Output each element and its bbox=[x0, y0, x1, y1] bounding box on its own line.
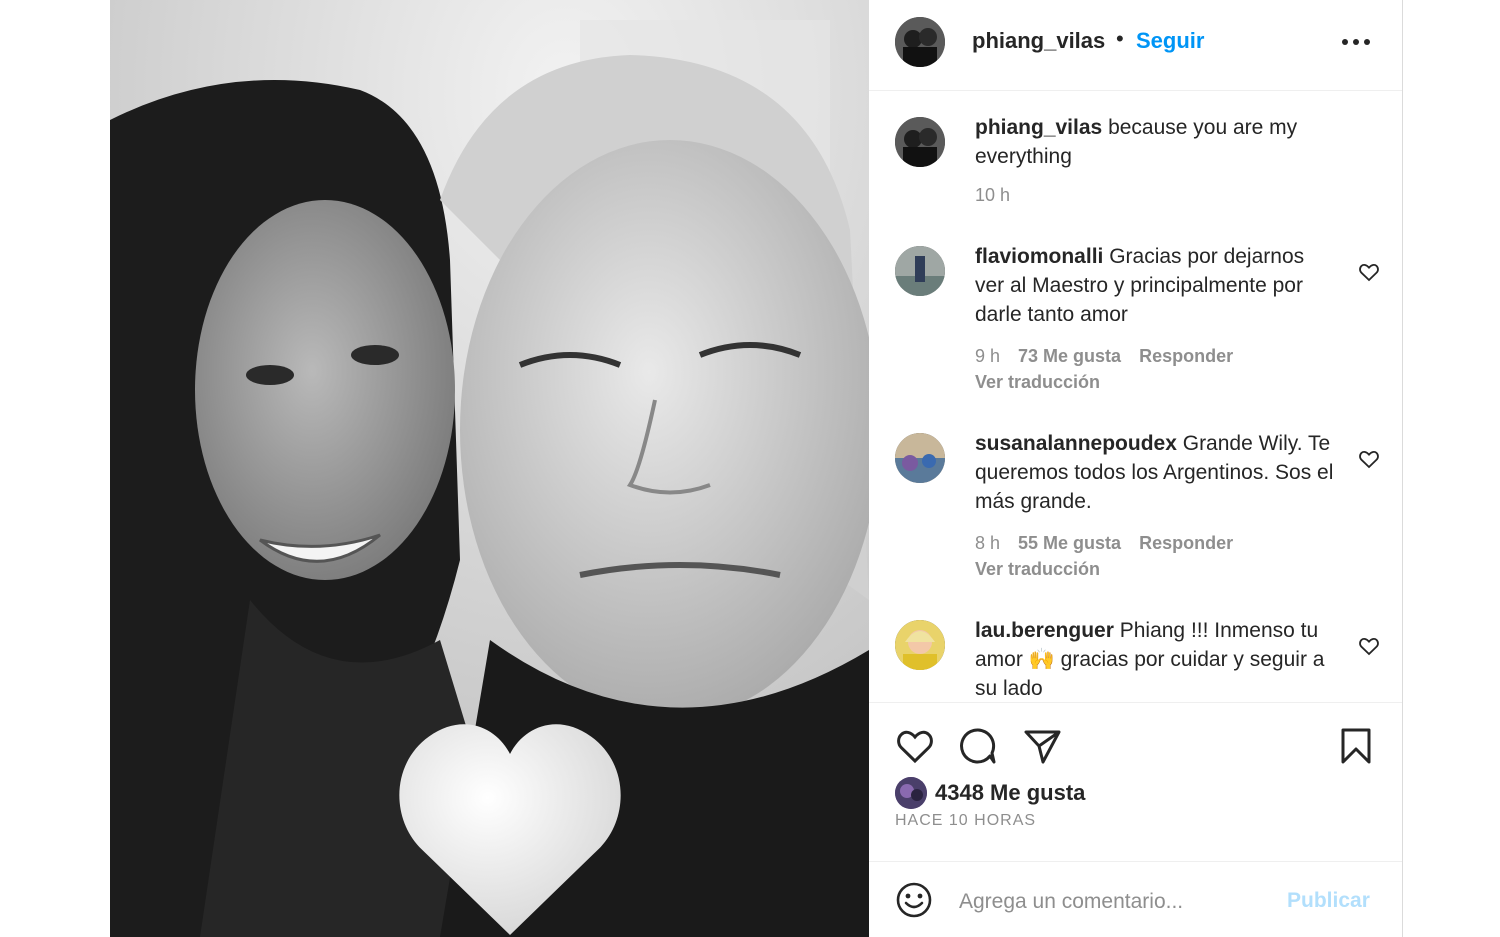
post-timestamp[interactable]: HACE 10 HORAS bbox=[895, 812, 1036, 830]
comment-avatar[interactable] bbox=[895, 246, 945, 296]
comment-avatar[interactable] bbox=[895, 620, 945, 670]
comment-likes[interactable]: 55 Me gusta bbox=[1018, 533, 1121, 553]
emoji-icon[interactable] bbox=[895, 881, 933, 919]
post-sidebar: phiang_vilas • Seguir phiang_vilas becau… bbox=[869, 0, 1403, 937]
comment-username[interactable]: susanalannepoudex bbox=[975, 432, 1177, 455]
publish-button[interactable]: Publicar bbox=[1287, 889, 1370, 913]
comment-meta: 9 h 73 Me gusta Responder bbox=[975, 346, 1251, 367]
see-translation-link[interactable]: Ver traducción bbox=[975, 559, 1100, 580]
comment-like-icon[interactable] bbox=[1357, 447, 1381, 471]
caption-meta: 10 h bbox=[975, 185, 1028, 206]
comment-text: susanalannepoudex Grande Wily. Te querem… bbox=[975, 429, 1335, 516]
post-photo[interactable] bbox=[110, 0, 869, 937]
comment-likes[interactable]: 73 Me gusta bbox=[1018, 346, 1121, 366]
photo-illustration bbox=[110, 0, 869, 937]
comment-bubble-icon[interactable] bbox=[957, 725, 999, 767]
comment-username[interactable]: flaviomonalli bbox=[975, 245, 1103, 268]
liker-avatar bbox=[895, 777, 927, 809]
profile-avatar[interactable] bbox=[895, 17, 945, 67]
comment-text: flaviomonalli Gracias por dejarnos ver a… bbox=[975, 242, 1335, 329]
caption-avatar[interactable] bbox=[895, 117, 945, 167]
post-actions: 4348 Me gusta HACE 10 HORAS bbox=[869, 702, 1402, 862]
reply-button[interactable]: Responder bbox=[1139, 533, 1233, 553]
bookmark-icon[interactable] bbox=[1335, 725, 1377, 767]
header-separator: • bbox=[1116, 26, 1124, 51]
post-header: phiang_vilas • Seguir bbox=[869, 0, 1402, 91]
reply-button[interactable]: Responder bbox=[1139, 346, 1233, 366]
comment-like-icon[interactable] bbox=[1357, 634, 1381, 658]
likes-count[interactable]: 4348 Me gusta bbox=[935, 780, 1085, 806]
comment-time[interactable]: 8 h bbox=[975, 533, 1000, 553]
comment-meta: 8 h 55 Me gusta Responder bbox=[975, 533, 1251, 554]
comment-input[interactable] bbox=[957, 881, 1271, 923]
follow-button[interactable]: Seguir bbox=[1136, 28, 1204, 54]
more-options-icon[interactable] bbox=[1339, 22, 1373, 62]
comment-time[interactable]: 9 h bbox=[975, 346, 1000, 366]
comment-text: lau.berenguer Phiang !!! Inmenso tu amor… bbox=[975, 616, 1335, 701]
comment-username[interactable]: lau.berenguer bbox=[975, 619, 1114, 642]
comment-like-icon[interactable] bbox=[1357, 260, 1381, 284]
caption-time[interactable]: 10 h bbox=[975, 185, 1010, 205]
caption-username[interactable]: phiang_vilas bbox=[975, 116, 1102, 139]
add-comment-bar: Publicar bbox=[869, 861, 1402, 937]
caption-text: phiang_vilas because you are my everythi… bbox=[975, 113, 1335, 171]
comments-list[interactable]: phiang_vilas because you are my everythi… bbox=[869, 91, 1402, 701]
heart-icon[interactable] bbox=[894, 725, 936, 767]
see-translation-link[interactable]: Ver traducción bbox=[975, 372, 1100, 393]
send-icon[interactable] bbox=[1021, 725, 1063, 767]
header-username[interactable]: phiang_vilas bbox=[972, 28, 1105, 54]
comment-avatar[interactable] bbox=[895, 433, 945, 483]
